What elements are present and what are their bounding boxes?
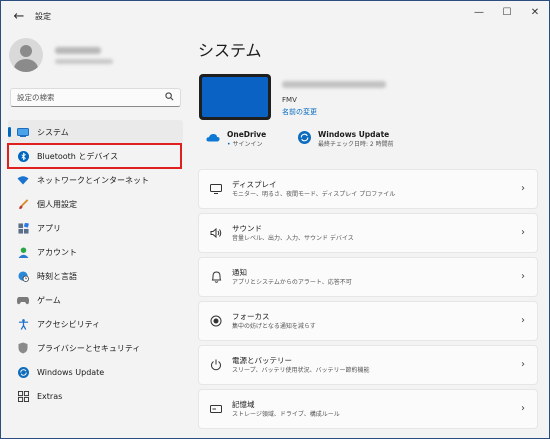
card-title: ディスプレイ	[232, 180, 277, 189]
bluetooth-icon	[17, 150, 29, 162]
chevron-right-icon: ›	[521, 315, 525, 326]
card-title: 電源とバッテリー	[232, 356, 292, 365]
sidebar-item-bluetooth[interactable]: Bluetooth とデバイス	[8, 144, 183, 168]
minimize-button[interactable]: —	[465, 1, 493, 23]
sidebar-item-label: アカウント	[37, 247, 77, 257]
chevron-right-icon: ›	[521, 183, 525, 194]
sidebar-item-time-language[interactable]: 時刻と言語	[8, 264, 183, 288]
page-title: システム	[198, 41, 262, 60]
sidebar-item-personalization[interactable]: 個人用設定	[8, 192, 183, 216]
sidebar-item-label: プライバシーとセキュリティ	[37, 343, 141, 353]
profile-text	[55, 46, 113, 64]
sidebar-item-label: 個人用設定	[37, 199, 77, 209]
system-icon	[17, 126, 29, 138]
settings-window: ← 設定 — ☐ ✕ システム Bluetooth とデバイス	[0, 0, 550, 439]
chevron-right-icon: ›	[521, 227, 525, 238]
back-button[interactable]: ←	[5, 2, 33, 30]
card-notifications[interactable]: 通知 アプリとシステムからのアラート、応答不可 ›	[198, 257, 538, 297]
device-model: FMV	[282, 96, 297, 104]
rename-link[interactable]: 名前の変更	[282, 107, 317, 117]
card-description: 音量レベル、出力、入力、サウンド デバイス	[232, 235, 354, 242]
sidebar-item-label: 時刻と言語	[37, 271, 77, 281]
sidebar-item-label: ネットワークとインターネット	[37, 175, 149, 185]
accessibility-icon	[17, 318, 29, 330]
card-power-battery[interactable]: 電源とバッテリー スリープ、バッテリ使用状況、バッテリー節約機能 ›	[198, 345, 538, 385]
user-profile[interactable]	[9, 38, 113, 72]
sidebar-item-label: Windows Update	[37, 367, 105, 377]
card-title: フォーカス	[232, 312, 270, 321]
card-title: 記憶域	[232, 400, 255, 409]
card-title: 通知	[232, 268, 247, 277]
chevron-right-icon: ›	[521, 271, 525, 282]
card-focus[interactable]: フォーカス 集中の妨げとなる通知を減らす ›	[198, 301, 538, 341]
blurred-device-name	[282, 81, 386, 88]
shield-icon	[17, 342, 29, 354]
card-storage[interactable]: 記憶域 ストレージ領域、ドライブ、構成ルール ›	[198, 389, 538, 429]
extras-icon	[17, 390, 29, 402]
sidebar-item-label: システム	[37, 127, 69, 137]
onedrive-status: • サインイン	[227, 141, 263, 148]
avatar	[9, 38, 43, 72]
bell-icon	[210, 271, 222, 283]
windows-update-tile[interactable]: Windows Update 最終チェック日時: 2 時間前	[297, 130, 394, 150]
sidebar-item-privacy[interactable]: プライバシーとセキュリティ	[8, 336, 183, 360]
sidebar-item-windows-update[interactable]: Windows Update	[8, 360, 183, 384]
card-sound[interactable]: サウンド 音量レベル、出力、入力、サウンド デバイス ›	[198, 213, 538, 253]
card-description: 集中の妨げとなる通知を減らす	[232, 323, 316, 330]
sidebar-item-extras[interactable]: Extras	[8, 384, 183, 408]
blurred-user-name	[55, 46, 101, 54]
windows-update-status: 最終チェック日時: 2 時間前	[318, 141, 394, 148]
wifi-icon	[17, 174, 29, 186]
sidebar-item-accessibility[interactable]: アクセシビリティ	[8, 312, 183, 336]
card-display[interactable]: ディスプレイ モニター、明るさ、夜間モード、ディスプレイ プロファイル ›	[198, 169, 538, 209]
device-image	[199, 74, 271, 120]
account-icon	[17, 246, 29, 258]
onedrive-icon	[206, 130, 220, 144]
sidebar-item-accounts[interactable]: アカウント	[8, 240, 183, 264]
card-description: アプリとシステムからのアラート、応答不可	[232, 279, 352, 286]
search-box[interactable]	[10, 88, 181, 107]
card-title: サウンド	[232, 224, 262, 233]
sidebar-item-label: Extras	[37, 391, 63, 401]
search-icon[interactable]	[165, 92, 174, 103]
sidebar-item-system[interactable]: システム	[8, 120, 183, 144]
search-input[interactable]	[17, 93, 165, 102]
power-icon	[210, 359, 222, 371]
brush-icon	[17, 198, 29, 210]
title-bar: ← 設定 — ☐ ✕	[1, 1, 549, 31]
globe-clock-icon	[17, 270, 29, 282]
windows-update-title: Windows Update	[318, 130, 390, 139]
sidebar-item-label: Bluetooth とデバイス	[37, 151, 119, 161]
update-icon	[297, 130, 311, 144]
display-icon	[210, 183, 222, 195]
sidebar-item-network[interactable]: ネットワークとインターネット	[8, 168, 183, 192]
chevron-right-icon: ›	[521, 403, 525, 414]
sidebar-item-label: アプリ	[37, 223, 61, 233]
maximize-button[interactable]: ☐	[493, 1, 521, 23]
card-description: ストレージ領域、ドライブ、構成ルール	[232, 411, 340, 418]
sidebar-item-label: アクセシビリティ	[37, 319, 101, 329]
onedrive-tile[interactable]: OneDrive • サインイン	[206, 130, 266, 150]
blurred-user-email	[55, 58, 113, 64]
settings-cards: ディスプレイ モニター、明るさ、夜間モード、ディスプレイ プロファイル › サウ…	[198, 169, 538, 433]
card-description: スリープ、バッテリ使用状況、バッテリー節約機能	[232, 367, 370, 374]
update-icon	[17, 366, 29, 378]
sidebar-item-apps[interactable]: アプリ	[8, 216, 183, 240]
onedrive-title: OneDrive	[227, 130, 267, 139]
speaker-icon	[210, 227, 222, 239]
sidebar-item-gaming[interactable]: ゲーム	[8, 288, 183, 312]
chevron-right-icon: ›	[521, 359, 525, 370]
apps-icon	[17, 222, 29, 234]
app-title: 設定	[35, 11, 51, 21]
focus-icon	[210, 315, 222, 327]
gamepad-icon	[17, 294, 29, 306]
storage-icon	[210, 403, 222, 415]
close-button[interactable]: ✕	[521, 1, 549, 23]
sidebar-nav: システム Bluetooth とデバイス ネットワークとインターネット 個人用設…	[8, 120, 183, 408]
sidebar-item-label: ゲーム	[37, 295, 61, 305]
window-controls: — ☐ ✕	[465, 1, 549, 23]
card-description: モニター、明るさ、夜間モード、ディスプレイ プロファイル	[232, 191, 396, 198]
